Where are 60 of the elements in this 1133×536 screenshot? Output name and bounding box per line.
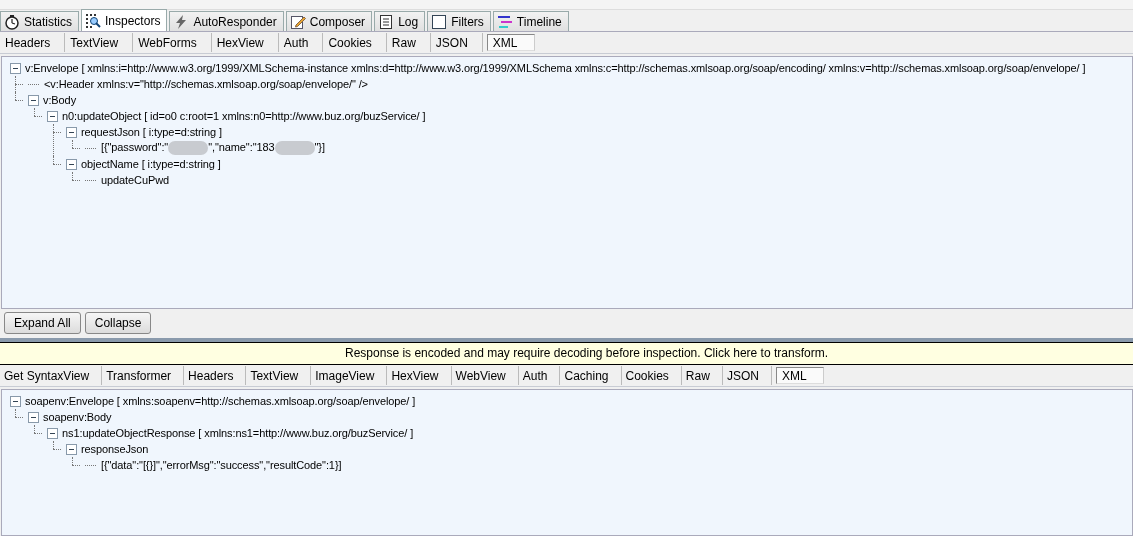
stopwatch-icon bbox=[4, 13, 20, 30]
tab[interactable]: TextView bbox=[246, 366, 312, 385]
xml-node-text[interactable]: ns1:updateObjectResponse [ xmlns:ns1=http://www.buz.org/buzService/ ] bbox=[60, 427, 416, 439]
xml-node-text[interactable]: requestJson [ i:type=d:string ] bbox=[79, 126, 224, 138]
xml-node-text[interactable]: soapenv:Envelope [ xmlns:soapenv=http://schemas.xmlsoap.org/soap/envelope/ ] bbox=[23, 395, 418, 407]
tab[interactable]: Statistics bbox=[0, 11, 79, 31]
tab[interactable]: JSON bbox=[430, 33, 483, 52]
tab[interactable]: WebForms bbox=[133, 33, 212, 52]
tab[interactable]: Raw bbox=[681, 366, 723, 385]
transform-banner[interactable]: Response is encoded and may require decoding before inspection. Click here to transform. bbox=[0, 343, 1133, 365]
tab[interactable]: WebView bbox=[451, 366, 519, 385]
tab[interactable]: Get SyntaxView bbox=[0, 366, 103, 385]
tab[interactable]: Cookies bbox=[621, 366, 682, 385]
tab[interactable]: Log bbox=[374, 11, 426, 31]
checkbox-icon bbox=[431, 13, 448, 30]
xml-node-text[interactable]: v:Body bbox=[41, 94, 79, 106]
tree-button[interactable]: Collapse bbox=[84, 312, 152, 334]
tab[interactable]: Headers bbox=[184, 366, 247, 385]
tree-button[interactable]: Expand All bbox=[4, 312, 81, 334]
tab[interactable]: Auth bbox=[518, 366, 561, 385]
xml-node-text[interactable]: responseJson bbox=[79, 443, 151, 455]
collapse-toggle[interactable] bbox=[47, 427, 58, 439]
collapse-toggle[interactable] bbox=[47, 110, 58, 122]
collapse-toggle[interactable] bbox=[10, 62, 21, 74]
xml-node-text[interactable]: v:Envelope [ xmlns:i=http://www.w3.org/1999/XMLSchema-instance xmlns:d=http://www.w3.org/1999/XMLSchema xmlns:c=http://schemas.xmlsoap.org/soap/encoding/ xmlns:v=http://schemas.xmlsoap.org/soap/envelope/ ] bbox=[23, 62, 1088, 74]
xml-node-text[interactable]: [{"password":" ","name":"183 "}] bbox=[99, 140, 327, 156]
timeline-icon bbox=[496, 13, 513, 30]
collapse-toggle[interactable] bbox=[66, 158, 77, 170]
xml-node-text[interactable]: objectName [ i:type=d:string ] bbox=[79, 158, 223, 170]
document-icon bbox=[378, 13, 395, 30]
collapse-toggle[interactable] bbox=[66, 443, 77, 455]
pencil-icon bbox=[289, 13, 306, 30]
tab[interactable]: Inspectors bbox=[81, 9, 168, 31]
xml-node-text[interactable]: soapenv:Body bbox=[41, 411, 114, 423]
collapse-toggle[interactable] bbox=[10, 395, 21, 407]
tab[interactable]: Timeline bbox=[492, 11, 569, 31]
tab[interactable]: Transformer bbox=[102, 366, 185, 385]
xml-node-text[interactable]: <v:Header xmlns:v="http://schemas.xmlsoap.org/soap/envelope/" /> bbox=[42, 78, 370, 90]
tab[interactable]: HexView bbox=[387, 366, 452, 385]
tab[interactable]: Filters bbox=[427, 11, 491, 31]
tab[interactable]: TextView bbox=[65, 33, 134, 52]
tab[interactable]: JSON bbox=[722, 366, 772, 385]
tab[interactable]: Cookies bbox=[323, 33, 387, 52]
tab[interactable]: HexView bbox=[211, 33, 279, 52]
tab[interactable]: Caching bbox=[560, 366, 622, 385]
tab[interactable]: Headers bbox=[0, 33, 66, 52]
collapse-toggle[interactable] bbox=[28, 94, 39, 106]
collapse-toggle[interactable] bbox=[66, 126, 77, 138]
tab[interactable]: Auth bbox=[278, 33, 324, 52]
collapse-toggle[interactable] bbox=[28, 411, 39, 423]
tab[interactable]: AutoResponder bbox=[169, 11, 284, 31]
tab[interactable]: Composer bbox=[285, 11, 373, 31]
xml-node-text[interactable]: [{"data":"[{}]","errorMsg":"success","resultCode":1}] bbox=[99, 459, 344, 471]
xml-node-text[interactable]: updateCuPwd bbox=[99, 174, 171, 186]
tab[interactable]: XML bbox=[775, 367, 824, 384]
tab[interactable]: ImageView bbox=[311, 366, 388, 385]
inspector-icon bbox=[85, 12, 101, 29]
xml-node-text[interactable]: n0:updateObject [ id=o0 c:root=1 xmlns:n0=http://www.buz.org/buzService/ ] bbox=[60, 110, 428, 122]
tab[interactable]: Raw bbox=[386, 33, 431, 52]
tab[interactable]: XML bbox=[486, 34, 535, 51]
